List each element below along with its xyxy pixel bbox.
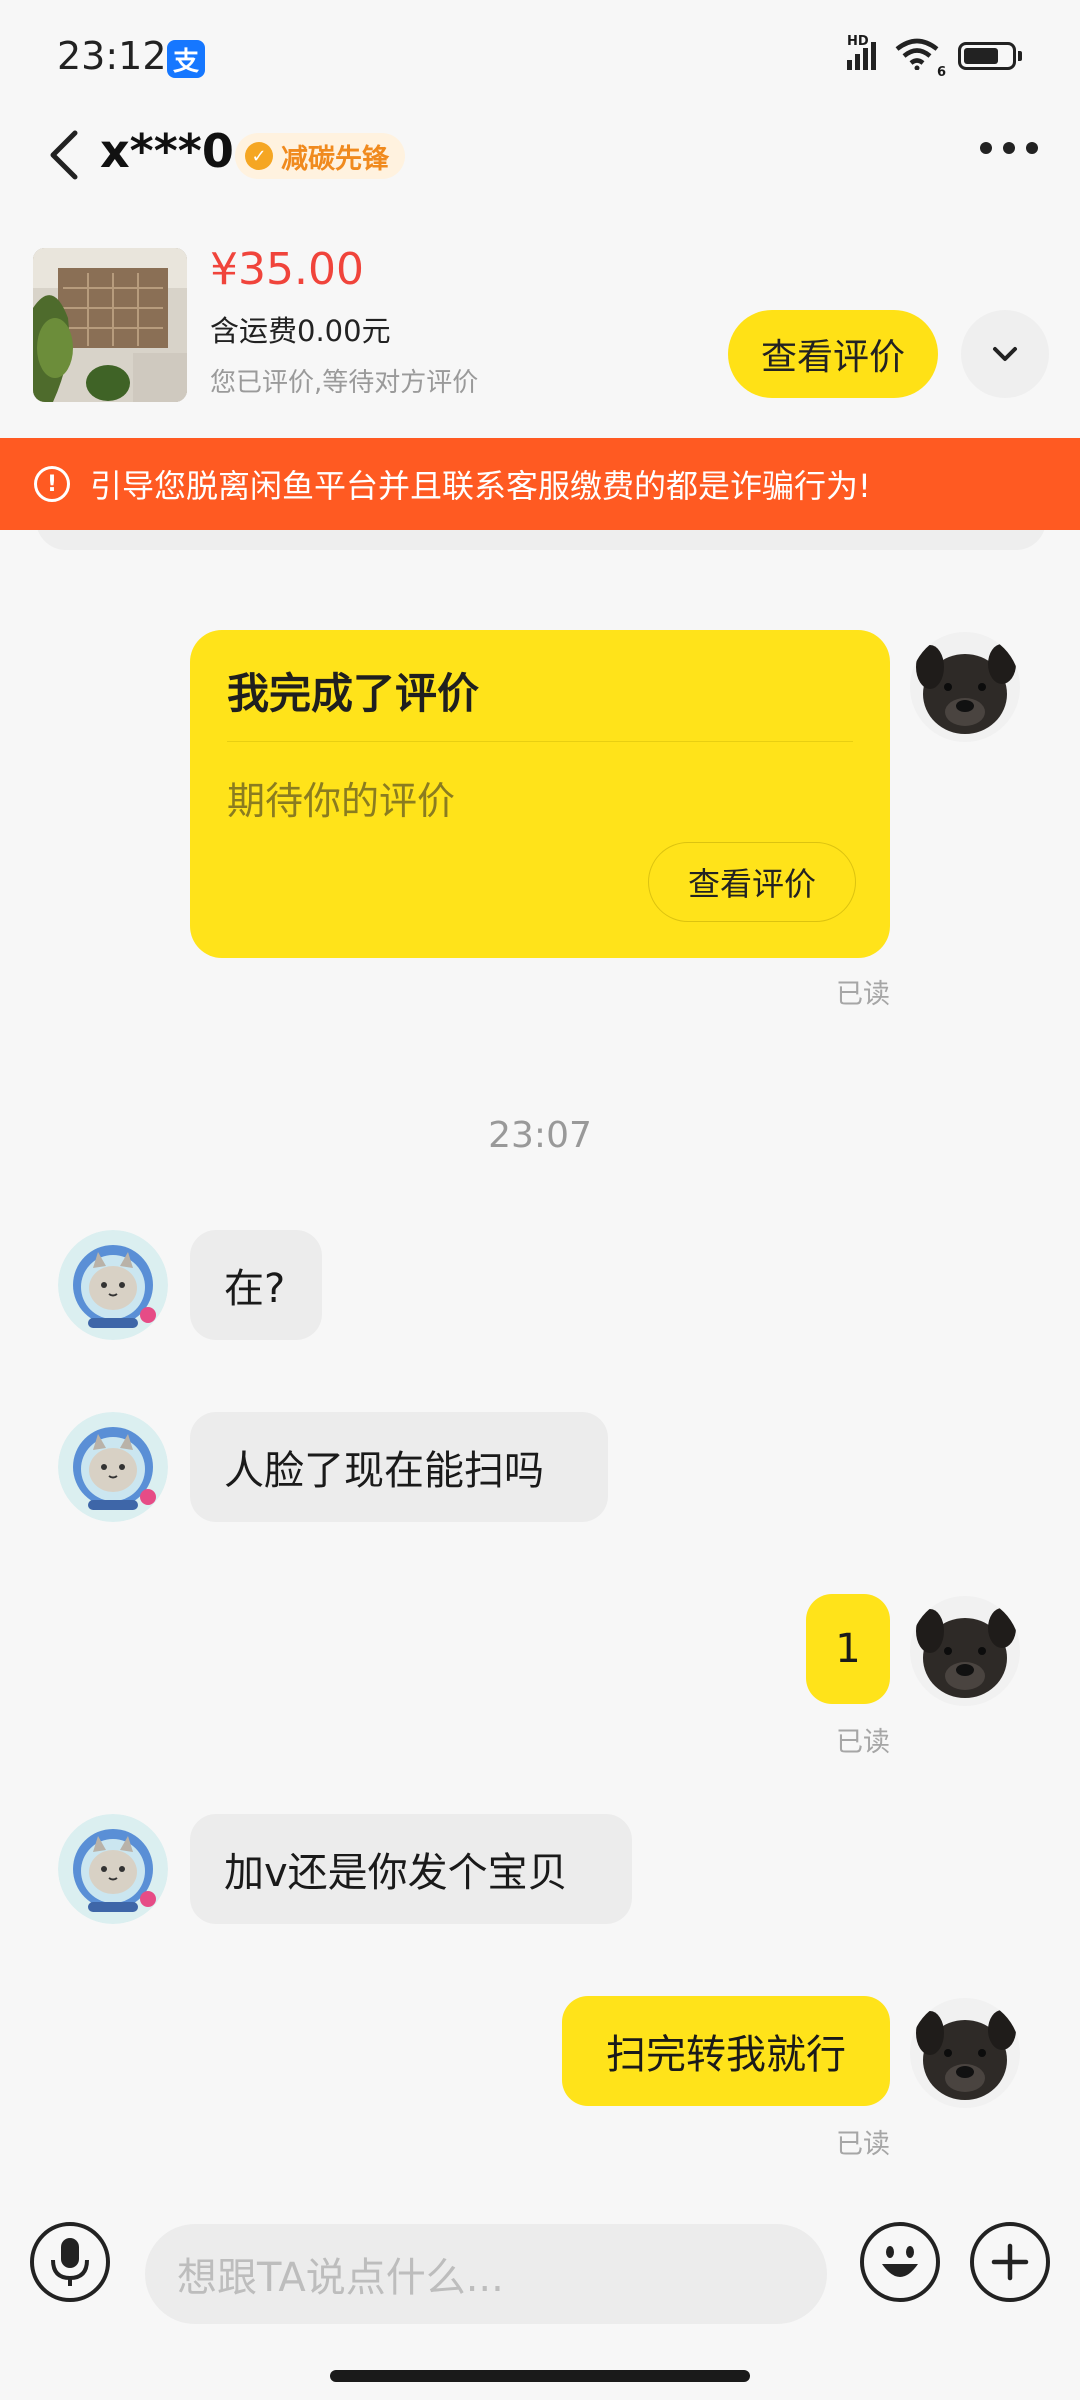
card-view-review-button[interactable]: 查看评价 bbox=[648, 842, 856, 922]
fraud-warning-banner: ! 引导您脱离闲鱼平台并且联系客服缴费的都是诈骗行为! bbox=[0, 438, 1080, 530]
dog-avatar-image bbox=[910, 1998, 1020, 2108]
message-bubble-outgoing[interactable]: 扫完转我就行 bbox=[562, 1996, 890, 2106]
more-actions-button[interactable] bbox=[970, 2222, 1050, 2302]
message-input[interactable]: 想跟TA说点什么... bbox=[145, 2224, 827, 2324]
badge-label: 减碳先锋 bbox=[281, 143, 389, 175]
chevron-left-icon bbox=[50, 130, 78, 180]
plus-icon bbox=[991, 2243, 1029, 2281]
wifi-badge: 6 bbox=[936, 65, 946, 80]
view-review-button[interactable]: 查看评价 bbox=[728, 310, 938, 398]
carbon-badge[interactable]: ✓ 减碳先锋 bbox=[235, 133, 405, 179]
other-avatar[interactable] bbox=[58, 1814, 168, 1924]
product-price: ¥35.00 bbox=[210, 244, 364, 295]
review-status: 您已评价,等待对方评价 bbox=[210, 368, 479, 398]
read-receipt: 已读 bbox=[836, 2129, 890, 2160]
more-options-button[interactable] bbox=[980, 142, 1038, 154]
chevron-down-icon bbox=[993, 347, 1017, 361]
status-time: 23:12 bbox=[57, 34, 167, 78]
microphone-icon bbox=[51, 2238, 89, 2286]
product-thumbnail[interactable] bbox=[33, 248, 187, 402]
expand-button[interactable] bbox=[961, 310, 1049, 398]
review-card[interactable]: 我完成了评价 期待你的评价 查看评价 bbox=[190, 630, 890, 958]
my-avatar[interactable] bbox=[910, 1596, 1020, 1706]
signal-icon: HD bbox=[847, 34, 876, 70]
status-icons: HD 6 bbox=[847, 34, 1022, 80]
emoji-button[interactable] bbox=[860, 2222, 940, 2302]
other-avatar[interactable] bbox=[58, 1412, 168, 1522]
voice-button[interactable] bbox=[30, 2222, 110, 2302]
back-button[interactable] bbox=[45, 125, 85, 185]
warning-icon: ! bbox=[34, 466, 70, 502]
network-label: HD bbox=[847, 34, 869, 49]
read-receipt: 已读 bbox=[836, 979, 890, 1010]
message-bubble-incoming[interactable]: 在? bbox=[190, 1230, 322, 1340]
chat-title: x***0 bbox=[100, 124, 234, 178]
home-indicator[interactable] bbox=[330, 2370, 750, 2382]
my-avatar[interactable] bbox=[910, 1998, 1020, 2108]
divider bbox=[227, 741, 853, 742]
warning-text: 引导您脱离闲鱼平台并且联系客服缴费的都是诈骗行为! bbox=[90, 467, 871, 505]
battery-icon bbox=[958, 42, 1022, 70]
product-image bbox=[33, 248, 187, 402]
other-avatar[interactable] bbox=[58, 1230, 168, 1340]
wifi-icon: 6 bbox=[894, 38, 946, 80]
more-icon bbox=[980, 142, 992, 154]
read-receipt: 已读 bbox=[836, 1727, 890, 1758]
review-card-title: 我完成了评价 bbox=[227, 669, 480, 718]
cat-astronaut-avatar bbox=[58, 1230, 168, 1340]
time-divider: 23:07 bbox=[488, 1115, 592, 1156]
leaf-icon: ✓ bbox=[245, 142, 273, 170]
review-card-subtitle: 期待你的评价 bbox=[227, 779, 456, 823]
message-bubble-incoming[interactable]: 人脸了现在能扫吗 bbox=[190, 1412, 608, 1522]
shipping-fee: 含运费0.00元 bbox=[210, 314, 391, 348]
message-bubble-incoming[interactable]: 加v还是你发个宝贝 bbox=[190, 1814, 632, 1924]
my-avatar[interactable] bbox=[910, 632, 1020, 742]
alipay-icon: 支 bbox=[167, 40, 205, 78]
message-bubble-outgoing[interactable]: 1 bbox=[806, 1594, 890, 1704]
dog-avatar-image bbox=[910, 1596, 1020, 1706]
cat-astronaut-avatar bbox=[58, 1814, 168, 1924]
cat-astronaut-avatar bbox=[58, 1412, 168, 1522]
smiley-icon bbox=[882, 2246, 918, 2277]
dog-avatar-image bbox=[910, 632, 1020, 742]
